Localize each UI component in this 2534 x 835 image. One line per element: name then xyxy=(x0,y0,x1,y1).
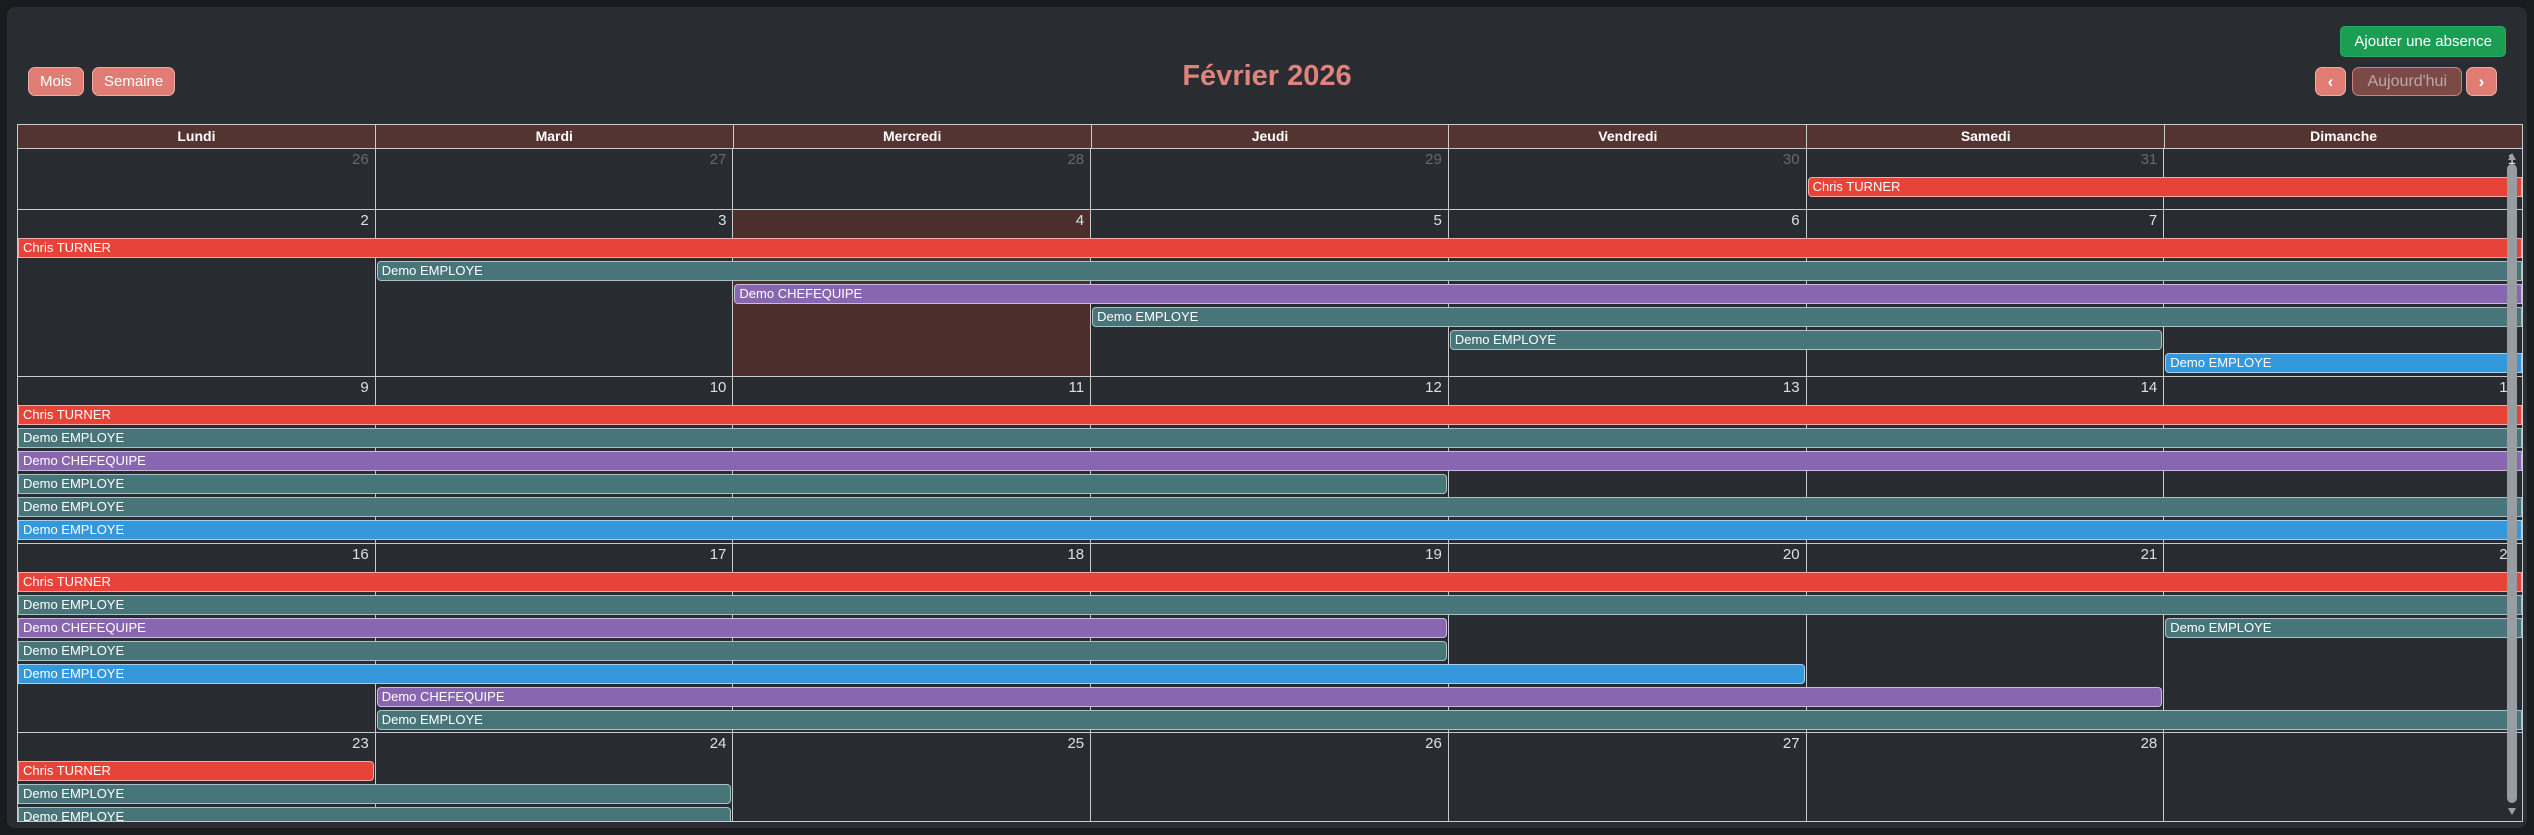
day-number: 26 xyxy=(352,151,369,168)
absence-event[interactable]: Chris TURNER xyxy=(18,572,2522,592)
day-cell-26[interactable]: 26 xyxy=(18,149,376,209)
day-number: 4 xyxy=(1076,212,1084,229)
absence-event[interactable]: Demo EMPLOYE xyxy=(18,428,2522,448)
weekday-header-row: LundiMardiMercrediJeudiVendrediSamediDim… xyxy=(18,125,2522,149)
day-cell-1[interactable]: 1 xyxy=(2164,733,2522,821)
scroll-up-icon[interactable] xyxy=(2508,153,2516,160)
absence-event[interactable]: Demo EMPLOYE xyxy=(377,261,2522,281)
absence-event[interactable]: Demo EMPLOYE xyxy=(2165,618,2522,638)
absence-event[interactable]: Demo EMPLOYE xyxy=(18,641,1447,661)
day-number: 24 xyxy=(710,735,727,752)
absence-event[interactable]: Demo EMPLOYE xyxy=(18,520,2522,540)
day-number: 11 xyxy=(1069,379,1085,396)
week-row-5: 23 24 25 26 27 28 1 Chris TURNER Demo EMPLOYE Dem… xyxy=(18,733,2522,821)
week-row-1: 2627282930311Chris TURNER xyxy=(18,149,2522,210)
week-row-2: 2345678Chris TURNERDemo EMPLOYEDemo CHEF… xyxy=(18,210,2522,377)
absence-event[interactable]: Demo EMPLOYE xyxy=(1092,307,2522,327)
day-cell-2[interactable]: 2 xyxy=(18,210,376,376)
day-number: 18 xyxy=(1067,546,1084,563)
absence-event[interactable]: Demo EMPLOYE xyxy=(18,807,731,821)
day-cell-29[interactable]: 29 xyxy=(1091,149,1449,209)
page-title: Février 2026 xyxy=(7,60,2527,93)
day-number: 6 xyxy=(1791,212,1799,229)
absence-event[interactable]: Demo EMPLOYE xyxy=(18,784,731,804)
absence-event[interactable]: Demo CHEFEQUIPE xyxy=(377,687,2163,707)
day-cell-28[interactable]: 28 xyxy=(733,149,1091,209)
day-cell-28[interactable]: 28 xyxy=(1807,733,2165,821)
scroll-down-icon[interactable] xyxy=(2508,808,2516,815)
absence-event[interactable]: Chris TURNER xyxy=(18,238,2522,258)
weekday-header-vendredi: Vendredi xyxy=(1449,125,1807,148)
absence-event[interactable]: Demo EMPLOYE xyxy=(18,595,2522,615)
day-cell-26[interactable]: 26 xyxy=(1091,733,1449,821)
week-row-4: 16171819202122Chris TURNERDemo EMPLOYEDe… xyxy=(18,544,2522,733)
day-number: 23 xyxy=(352,735,369,752)
weekday-header-jeudi: Jeudi xyxy=(1092,125,1450,148)
absence-event[interactable]: Demo EMPLOYE xyxy=(2165,353,2522,373)
scrollbar-thumb[interactable] xyxy=(2507,164,2517,803)
day-number: 20 xyxy=(1783,546,1800,563)
day-number: 9 xyxy=(360,379,368,396)
vertical-scrollbar[interactable] xyxy=(2506,151,2519,817)
day-cell-27[interactable]: 27 xyxy=(376,149,734,209)
chevron-left-icon: ‹ xyxy=(2328,72,2334,91)
absence-calendar-panel: Mois Semaine Février 2026 Ajouter une ab… xyxy=(7,7,2527,828)
week-row-3: 9101112131415Chris TURNERDemo EMPLOYEDem… xyxy=(18,377,2522,544)
chevron-right-icon: › xyxy=(2479,72,2485,91)
absence-event[interactable]: Demo CHEFEQUIPE xyxy=(18,618,1447,638)
day-number: 16 xyxy=(352,546,369,563)
next-month-button[interactable]: › xyxy=(2466,67,2497,96)
absence-event[interactable]: Demo EMPLOYE xyxy=(1450,330,2162,350)
day-number: 3 xyxy=(718,212,726,229)
day-number: 14 xyxy=(2141,379,2158,396)
weekday-header-mardi: Mardi xyxy=(376,125,734,148)
today-button[interactable]: Aujourd'hui xyxy=(2352,67,2462,96)
absence-event[interactable]: Demo EMPLOYE xyxy=(377,710,2522,730)
day-number: 30 xyxy=(1783,151,1800,168)
day-cell-25[interactable]: 25 xyxy=(733,733,1091,821)
calendar-body: 2627282930311Chris TURNER2345678Chris TU… xyxy=(18,149,2522,821)
absence-event[interactable]: Demo EMPLOYE xyxy=(18,497,2522,517)
day-number: 7 xyxy=(2149,212,2157,229)
day-number: 2 xyxy=(360,212,368,229)
day-number: 13 xyxy=(1783,379,1800,396)
absence-event[interactable]: Demo EMPLOYE xyxy=(18,664,1805,684)
absence-event[interactable]: Demo EMPLOYE xyxy=(18,474,1447,494)
day-number: 19 xyxy=(1425,546,1442,563)
weekday-header-mercredi: Mercredi xyxy=(734,125,1092,148)
day-number: 31 xyxy=(2141,151,2158,168)
absence-event[interactable]: Chris TURNER xyxy=(18,405,2522,425)
day-number: 25 xyxy=(1067,735,1084,752)
day-number: 5 xyxy=(1434,212,1442,229)
month-calendar: LundiMardiMercrediJeudiVendrediSamediDim… xyxy=(17,124,2523,822)
day-number: 28 xyxy=(2141,735,2158,752)
prev-month-button[interactable]: ‹ xyxy=(2315,67,2346,96)
day-cell-3[interactable]: 3 xyxy=(376,210,734,376)
add-absence-button[interactable]: Ajouter une absence xyxy=(2340,26,2506,57)
weekday-header-lundi: Lundi xyxy=(18,125,376,148)
weekday-header-samedi: Samedi xyxy=(1807,125,2165,148)
absence-event[interactable]: Demo CHEFEQUIPE xyxy=(18,451,2522,471)
weekday-header-dimanche: Dimanche xyxy=(2165,125,2522,148)
day-number: 26 xyxy=(1425,735,1442,752)
day-number: 21 xyxy=(2141,546,2158,563)
day-cell-30[interactable]: 30 xyxy=(1449,149,1807,209)
day-number: 12 xyxy=(1425,379,1442,396)
day-number: 27 xyxy=(1783,735,1800,752)
absence-event[interactable]: Demo CHEFEQUIPE xyxy=(734,284,2522,304)
day-cell-27[interactable]: 27 xyxy=(1449,733,1807,821)
day-number: 10 xyxy=(710,379,727,396)
absence-event[interactable]: Chris TURNER xyxy=(1808,177,2522,197)
absence-event[interactable]: Chris TURNER xyxy=(18,761,374,781)
day-number: 17 xyxy=(710,546,727,563)
day-number: 29 xyxy=(1425,151,1442,168)
day-number: 28 xyxy=(1067,151,1084,168)
day-number: 27 xyxy=(710,151,727,168)
